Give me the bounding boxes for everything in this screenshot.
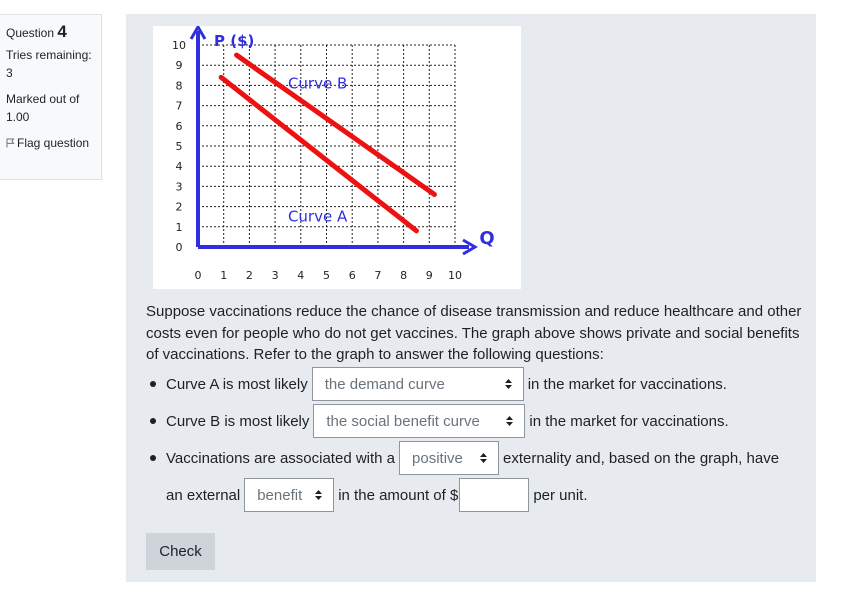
y-tick-label: 3: [176, 180, 183, 193]
y-tick-label: 7: [176, 100, 183, 113]
y-tick-label: 4: [176, 160, 183, 173]
y-tick-label: 0: [176, 241, 183, 254]
item-curve-b: Curve B is most likely the social benefi…: [146, 403, 729, 439]
y-tick-label: 9: [176, 59, 183, 72]
curve-a-select[interactable]: the demand curve: [311, 367, 524, 401]
question-text: Suppose vaccinations reduce the chance o…: [146, 303, 802, 363]
select-arrows-icon: [480, 453, 488, 463]
item-external-amount: an external benefit in the amount of $ p…: [166, 477, 588, 513]
x-tick-label: 5: [323, 269, 330, 282]
y-tick-label: 6: [176, 120, 183, 133]
check-button[interactable]: Check: [146, 533, 215, 570]
x-tick-label: 4: [297, 269, 304, 282]
select-arrows-icon: [504, 379, 512, 389]
select-arrows-icon: [315, 490, 323, 500]
y-tick-label: 10: [172, 39, 186, 52]
x-tick-label: 3: [272, 269, 279, 282]
x-tick-label: 2: [246, 269, 253, 282]
question-info-panel: Question 4 Tries remaining: 3 Marked out …: [0, 14, 102, 180]
y-axis-title: P ($): [214, 32, 254, 50]
curve-b-label: Curve B: [288, 74, 347, 92]
bullet-dot: [150, 418, 156, 424]
x-tick-label: 7: [374, 269, 381, 282]
flag-question-link[interactable]: Flag question: [6, 134, 95, 152]
externality-type-select[interactable]: positive: [399, 441, 500, 475]
y-tick-label: 8: [176, 79, 183, 92]
tries-remaining: Tries remaining: 3: [6, 48, 92, 80]
item-curve-a: Curve A is most likely the demand curve …: [146, 366, 727, 402]
x-tick-label: 9: [426, 269, 433, 282]
select-arrows-icon: [506, 416, 514, 426]
y-tick-label: 1: [176, 221, 183, 234]
y-tick-label: 2: [176, 201, 183, 214]
demand-graph: 10 9 8 7 6 5 4 3 2 1 0 0 1 2 3 4 5 6 7 8 9 10 P ($) Q Curve B Cur…: [153, 24, 521, 289]
curve-a-label: Curve A: [288, 208, 348, 226]
x-tick-label: 1: [220, 269, 227, 282]
marked-out-of: Marked out of 1.00: [6, 92, 80, 124]
item-externality: Vaccinations are associated with a posit…: [146, 440, 779, 476]
external-benefit-select[interactable]: benefit: [244, 478, 335, 512]
y-tick-label: 5: [176, 140, 183, 153]
amount-input[interactable]: [459, 478, 530, 512]
flag-icon: [6, 138, 15, 148]
x-tick-label: 8: [400, 269, 407, 282]
x-tick-label: 0: [195, 269, 202, 282]
bullet-dot: [150, 455, 156, 461]
bullet-dot: [150, 381, 156, 387]
question-number: Question 4: [6, 22, 67, 41]
curve-b-select[interactable]: the social benefit curve: [313, 404, 526, 438]
x-tick-label: 6: [349, 269, 356, 282]
x-tick-label: 10: [448, 269, 462, 282]
x-axis-title: Q: [479, 228, 494, 249]
